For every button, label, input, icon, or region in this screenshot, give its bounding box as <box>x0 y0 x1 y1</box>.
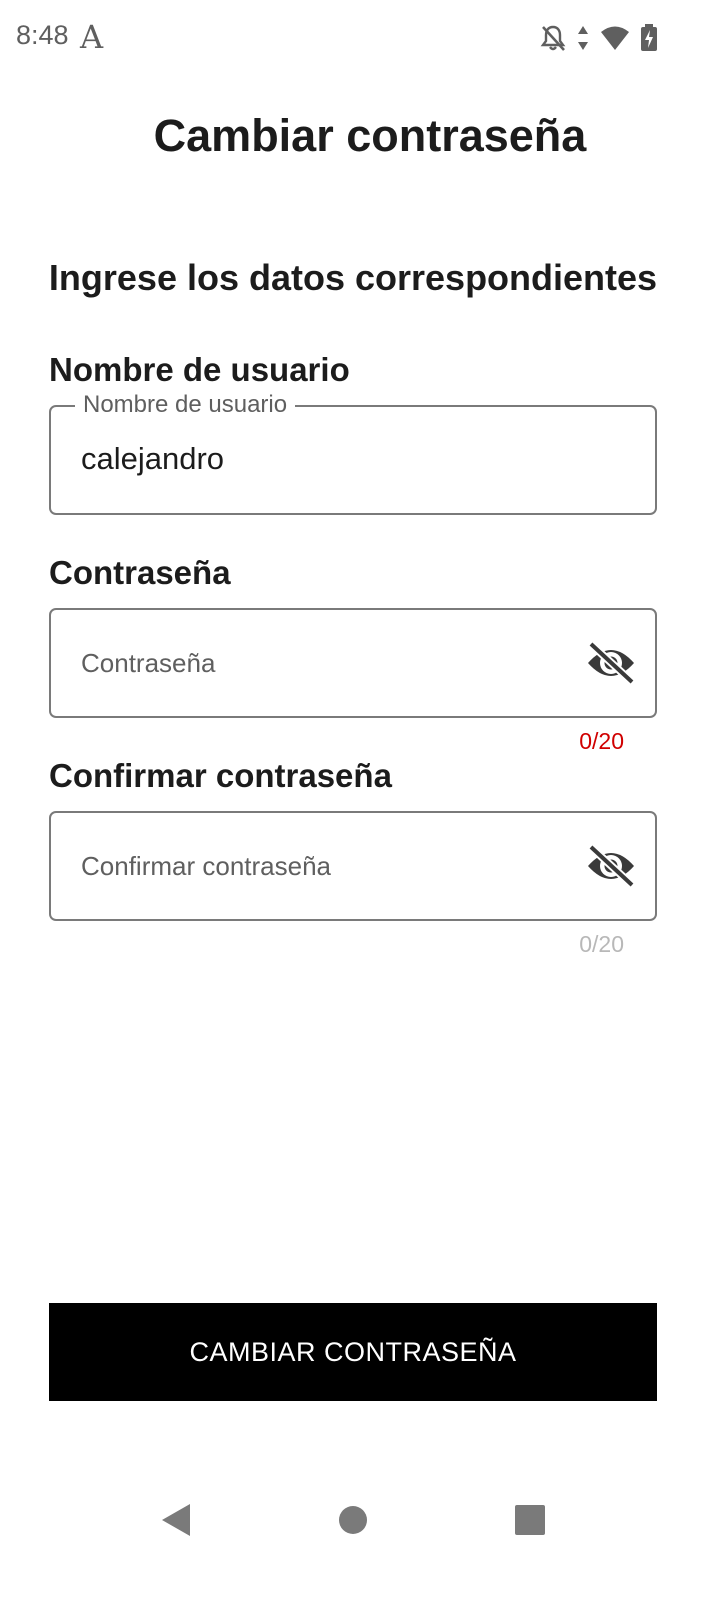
eye-off-icon <box>588 641 635 685</box>
password-placeholder: Contraseña <box>81 648 216 678</box>
username-floating-label: Nombre de usuario <box>75 392 296 418</box>
change-password-button[interactable]: CAMBIAR CONTRASEÑA <box>49 1303 657 1401</box>
status-bar: 8:48 A <box>0 0 720 76</box>
confirm-password-placeholder: Confirmar contraseña <box>81 851 331 881</box>
confirm-password-field[interactable]: Confirmar contraseña <box>49 811 657 921</box>
nav-recents-button[interactable] <box>514 1502 546 1543</box>
confirm-password-char-counter: 0/20 <box>579 931 624 957</box>
status-time: 8:48 <box>16 20 69 50</box>
battery-charging-icon <box>641 24 657 51</box>
app-notification-icon: A <box>80 18 104 56</box>
notifications-off-icon <box>540 25 566 51</box>
confirm-password-visibility-toggle[interactable] <box>585 843 637 889</box>
password-field[interactable]: Contraseña <box>49 608 657 718</box>
username-input-value[interactable]: calejandro <box>81 441 224 477</box>
username-field-title: Nombre de usuario <box>49 351 350 388</box>
username-field[interactable]: Nombre de usuario calejandro <box>49 392 657 515</box>
data-arrows-icon <box>578 26 588 50</box>
nav-home-button[interactable] <box>338 1502 368 1543</box>
back-icon <box>162 1504 190 1536</box>
form-heading: Ingrese los datos correspondientes <box>48 257 658 298</box>
password-visibility-toggle[interactable] <box>585 640 637 686</box>
home-icon <box>339 1506 367 1534</box>
page-title: Cambiar contraseña <box>153 110 587 161</box>
password-field-title: Contraseña <box>49 554 231 591</box>
status-icons <box>540 22 658 54</box>
recents-icon <box>515 1505 545 1535</box>
password-char-counter: 0/20 <box>579 728 624 754</box>
confirm-password-field-title: Confirmar contraseña <box>49 757 392 794</box>
wifi-icon <box>601 26 629 50</box>
nav-back-button[interactable] <box>160 1502 192 1543</box>
system-nav-bar <box>0 1480 720 1560</box>
eye-off-icon <box>588 844 635 888</box>
